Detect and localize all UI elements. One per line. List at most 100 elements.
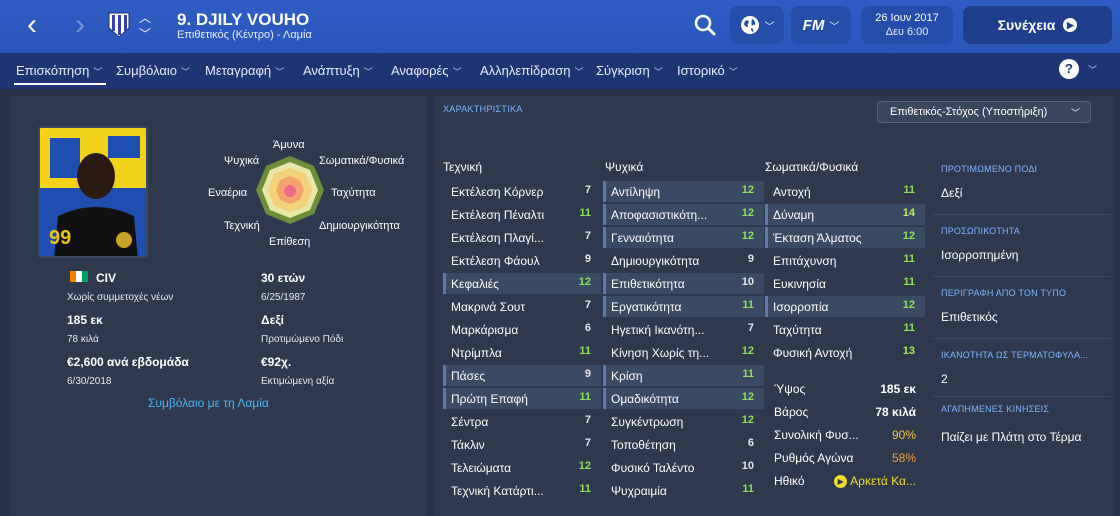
mental-attribute-value: 12 (741, 207, 754, 219)
technical-attribute-row[interactable]: Εκτέλεση Πέναλτι 11 (443, 204, 601, 225)
technical-attribute-value: 7 (584, 437, 591, 449)
continue-button[interactable]: Συνέχεια ▶ (963, 6, 1112, 44)
tab-transfer[interactable]: Μεταγραφή ﹀ (205, 63, 284, 78)
technical-attribute-name: Εκτέλεση Φάουλ (451, 254, 540, 268)
bio-label: Συνολική Φυσ... (774, 428, 858, 442)
technical-attribute-row[interactable]: Τεχνική Κατάρτι... 11 (443, 480, 601, 501)
physical-attribute-row[interactable]: Ευκινησία 11 (765, 273, 925, 294)
technical-attribute-row[interactable]: Κεφαλιές 12 (443, 273, 601, 294)
tab-interaction[interactable]: Αλληλεπίδραση ﹀ (480, 63, 583, 78)
physical-attribute-row[interactable]: Έκταση Άλματος 12 (765, 227, 925, 248)
chevron-down-icon[interactable]: ﹀ (1088, 63, 1097, 76)
technical-attribute-row[interactable]: Πάσες 9 (443, 365, 601, 386)
radar-label-creativity: Δημιουργικότητα (319, 220, 400, 232)
mental-attribute-row[interactable]: Ηγετική Ικανότη... 7 (603, 319, 764, 340)
technical-attribute-name: Σέντρα (451, 415, 489, 429)
mental-attribute-row[interactable]: Δημιουργικότητα 9 (603, 250, 764, 271)
physical-attribute-row[interactable]: Φυσική Αντοχή 13 (765, 342, 925, 363)
chevron-down-icon: ﹀ (764, 21, 775, 33)
mental-attribute-row[interactable]: Αντίληψη 12 (603, 181, 764, 202)
chevron-down-icon: ﹀ (363, 67, 373, 77)
physical-attribute-row[interactable]: Ταχύτητα 11 (765, 319, 925, 340)
contract-link[interactable]: Συμβόλαιο με τη Λαμία (148, 396, 269, 410)
tab-development[interactable]: Ανάπτυξη ﹀ (303, 63, 373, 78)
youth-caps: Χωρίς συμμετοχές νέων (67, 292, 174, 303)
mental-attribute-row[interactable]: Ψυχραιμία 11 (603, 480, 764, 501)
physical-attribute-value: 13 (902, 345, 915, 357)
bio-morale-row[interactable]: Ηθικό ▶ Αρκετά Κα... (770, 470, 918, 491)
technical-attribute-row[interactable]: Μαρκάρισμα 6 (443, 319, 601, 340)
tab-comparison[interactable]: Σύγκριση ﹀ (596, 63, 663, 78)
technical-attribute-value: 6 (584, 322, 591, 334)
technical-attribute-row[interactable]: Εκτέλεση Φάουλ 9 (443, 250, 601, 271)
physical-attribute-row[interactable]: Αντοχή 11 (765, 181, 925, 202)
previous-player-icon[interactable]: ︿ (139, 9, 151, 26)
tab-overview[interactable]: Επισκόπηση ﹀ (16, 63, 102, 78)
chevron-down-icon: ﹀ (275, 67, 285, 77)
tab-contract[interactable]: Συμβόλαιο ﹀ (116, 63, 190, 78)
mental-attribute-row[interactable]: Ομαδικότητα 12 (603, 388, 764, 409)
physical-header: Σωματικά/Φυσικά (765, 160, 859, 174)
technical-attribute-row[interactable]: Τάκλιν 7 (443, 434, 601, 455)
technical-attribute-value: 11 (579, 391, 591, 403)
technical-attribute-name: Ντρίμπλα (451, 346, 502, 360)
role-select-value: Επιθετικός-Στόχος (Υποστήριξη) (890, 106, 1048, 118)
help-icon[interactable]: ? (1059, 59, 1079, 79)
technical-attribute-row[interactable]: Πρώτη Επαφή 11 (443, 388, 601, 409)
technical-attribute-row[interactable]: Εκτέλεση Πλαγί... 7 (443, 227, 601, 248)
world-menu-button[interactable]: ﹀ (730, 6, 784, 44)
mental-attribute-name: Ηγετική Ικανότη... (611, 323, 705, 337)
technical-attribute-name: Πρώτη Επαφή (451, 392, 528, 406)
play-arrow-icon: ▶ (1063, 18, 1078, 32)
media-description-heading: ΠΕΡΙΓΡΑΦΗ ΑΠΟ ΤΟΝ ΤΥΠΟ (941, 288, 1067, 298)
physical-attribute-value: 12 (902, 299, 915, 311)
mental-attribute-row[interactable]: Τοποθέτηση 6 (603, 434, 764, 455)
technical-attribute-row[interactable]: Σέντρα 7 (443, 411, 601, 432)
forward-arrow-icon[interactable]: › (64, 8, 96, 44)
physical-attribute-row[interactable]: Δύναμη 14 (765, 204, 925, 225)
mental-attribute-row[interactable]: Γενναιότητα 12 (603, 227, 764, 248)
technical-attribute-name: Εκτέλεση Πέναλτι (451, 208, 545, 222)
mental-attribute-name: Φυσικό Ταλέντο (611, 461, 695, 475)
physical-attribute-value: 14 (902, 207, 915, 219)
mental-attribute-value: 12 (741, 345, 754, 357)
tab-label: Επισκόπηση (16, 63, 90, 78)
physical-attribute-row[interactable]: Επιτάχυνση 11 (765, 250, 925, 271)
mental-attribute-row[interactable]: Αποφασιστικότη... 12 (603, 204, 764, 225)
role-select[interactable]: Επιθετικός-Στόχος (Υποστήριξη) ﹀ (877, 101, 1091, 123)
mental-attribute-row[interactable]: Εργατικότητα 11 (603, 296, 764, 317)
mental-attribute-value: 11 (742, 368, 754, 380)
tab-history[interactable]: Ιστορικό ﹀ (677, 63, 738, 78)
mental-attribute-row[interactable]: Συγκέντρωση 12 (603, 411, 764, 432)
technical-attribute-row[interactable]: Μακρινά Σουτ 7 (443, 296, 601, 317)
chevron-down-icon: ﹀ (728, 67, 738, 77)
technical-attribute-row[interactable]: Εκτέλεση Κόρνερ 7 (443, 181, 601, 202)
tab-reports[interactable]: Αναφορές ﹀ (391, 63, 462, 78)
technical-attribute-value: 7 (584, 184, 591, 196)
technical-attribute-row[interactable]: Τελειώματα 12 (443, 457, 601, 478)
search-icon[interactable] (692, 11, 718, 39)
next-player-icon[interactable]: ﹀ (139, 25, 151, 42)
game-date[interactable]: 26 Ιουν 2017 Δευ 6:00 (861, 6, 953, 44)
technical-attribute-value: 7 (584, 230, 591, 242)
mental-attribute-row[interactable]: Κίνηση Χωρίς τη... 12 (603, 342, 764, 363)
attributes-title: ΧΑΡΑΚΤΗΡΙΣΤΙΚΑ (443, 104, 523, 114)
physical-attribute-row[interactable]: Ισορροπία 12 (765, 296, 925, 317)
player-photo: 99 (38, 126, 148, 258)
weight: 78 κιλά (67, 334, 99, 345)
back-arrow-icon[interactable]: ‹ (16, 8, 48, 44)
date-of-birth: 6/25/1987 (261, 292, 306, 303)
mental-attribute-row[interactable]: Φυσικό Ταλέντο 10 (603, 457, 764, 478)
tab-label: Αναφορές (391, 63, 449, 78)
fm-menu-button[interactable]: FM ﹀ (791, 6, 851, 44)
media-description-value: Επιθετικός (941, 310, 998, 324)
mental-attribute-value: 10 (741, 460, 754, 472)
technical-attribute-row[interactable]: Ντρίμπλα 11 (443, 342, 601, 363)
mental-attribute-row[interactable]: Επιθετικότητα 10 (603, 273, 764, 294)
physical-attribute-name: Ισορροπία (773, 300, 829, 314)
mental-attribute-row[interactable]: Κρίση 11 (603, 365, 764, 386)
mental-attribute-name: Εργατικότητα (611, 300, 682, 314)
club-crest-icon[interactable] (108, 12, 130, 38)
mental-attribute-value: 12 (741, 184, 754, 196)
favourite-moves-heading: ΑΓΑΠΗΜΕΝΕΣ ΚΙΝΗΣΕΙΣ (941, 404, 1050, 414)
